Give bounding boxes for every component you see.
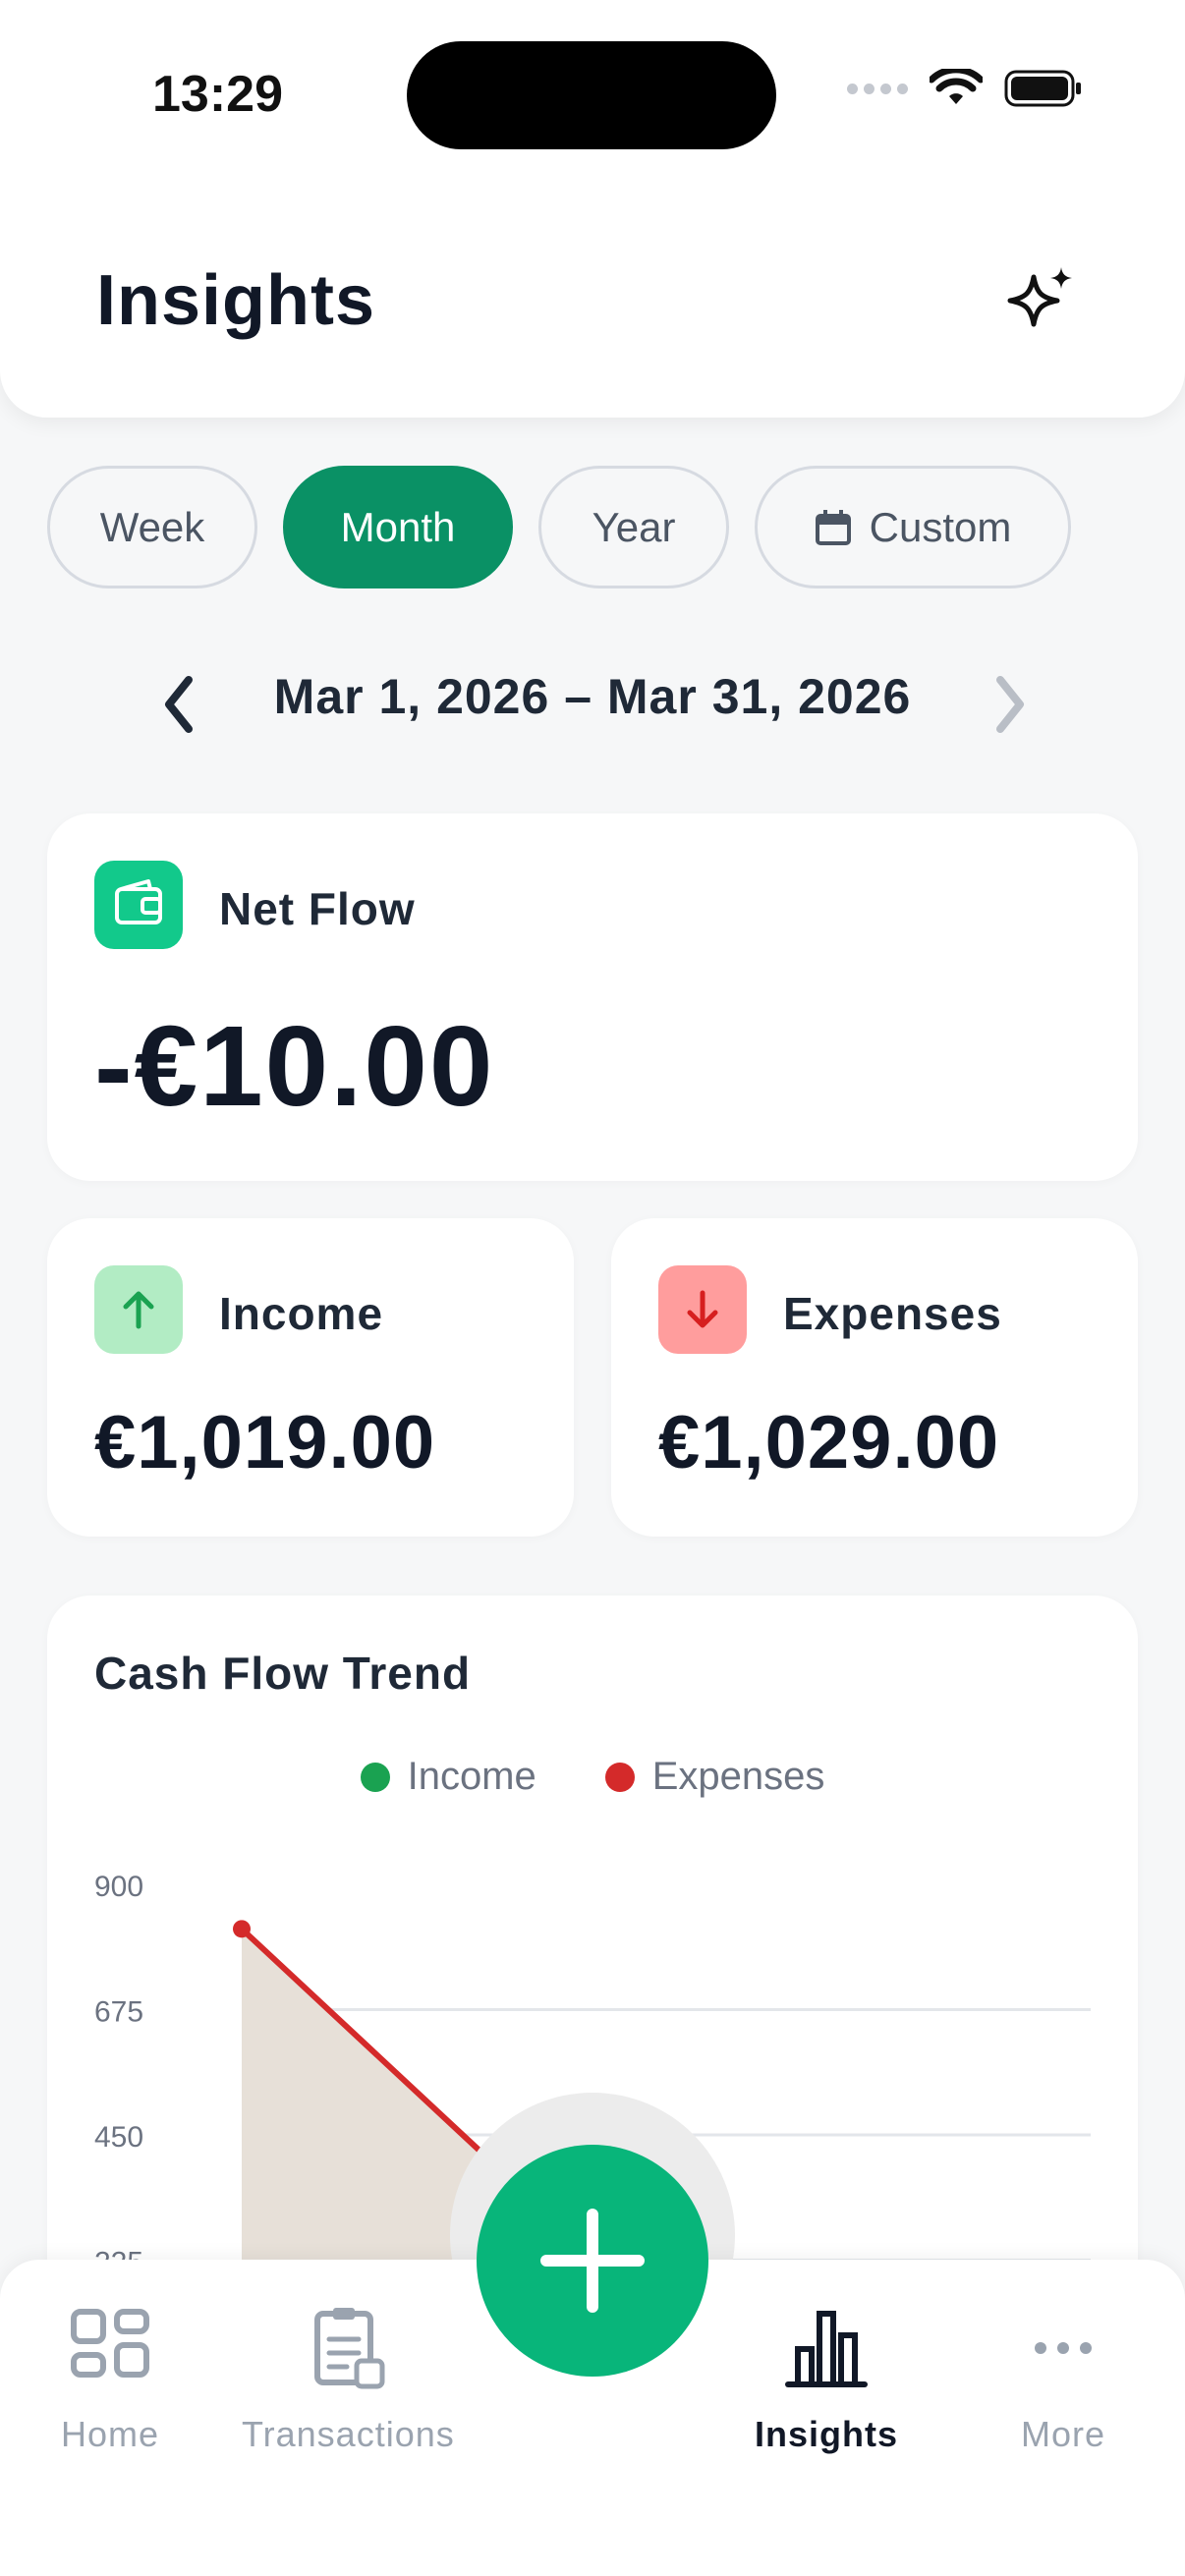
filter-custom-label: Custom — [869, 503, 1012, 550]
filter-month[interactable]: Month — [283, 466, 513, 588]
home-grid-icon — [71, 2309, 150, 2378]
bar-chart-icon — [785, 2311, 868, 2387]
legend-expenses-dot — [604, 1762, 635, 1792]
legend-income-label: Income — [407, 1755, 536, 1798]
expenses-card[interactable]: Expenses €1,029.00 — [611, 1218, 1138, 1537]
filter-year-label: Year — [592, 503, 676, 550]
wifi-icon — [930, 69, 983, 104]
legend-income[interactable]: Income — [360, 1755, 536, 1799]
y-tick-label: 675 — [94, 1996, 143, 2029]
status-bar: 13:29 — [0, 0, 1185, 167]
status-time: 13:29 — [152, 66, 283, 123]
arrow-down-icon — [658, 1265, 747, 1354]
date-navigator: Mar 1, 2026 – Mar 31, 2026 — [0, 648, 1185, 747]
add-transaction-button[interactable] — [477, 2145, 708, 2377]
more-dots-icon — [1035, 2342, 1092, 2354]
expenses-label: Expenses — [783, 1288, 1002, 1339]
page-title: Insights — [96, 261, 376, 340]
filter-week-label: Week — [99, 503, 205, 550]
tab-home-label: Home — [61, 2414, 160, 2454]
y-tick-label: 900 — [94, 1871, 143, 1903]
period-filter: Week Month Year Custom — [47, 466, 1071, 588]
wallet-icon — [94, 861, 183, 949]
chart-legend: Income Expenses — [47, 1755, 1138, 1799]
calendar-icon — [815, 509, 851, 545]
net-flow-label: Net Flow — [219, 883, 416, 934]
tab-insights[interactable]: Insights — [755, 2304, 898, 2455]
cellular-signal-icon — [847, 83, 908, 94]
battery-icon — [1004, 70, 1081, 107]
receipt-icon — [314, 2308, 385, 2389]
trend-title: Cash Flow Trend — [94, 1648, 472, 1699]
status-indicators — [847, 69, 1083, 108]
legend-expenses-label: Expenses — [651, 1755, 825, 1798]
net-flow-card[interactable]: Net Flow -€10.00 — [47, 813, 1138, 1181]
legend-income-dot — [360, 1762, 390, 1792]
plus-icon — [540, 2209, 645, 2313]
income-value: €1,019.00 — [94, 1401, 436, 1484]
header: 13:29 Insights — [0, 0, 1185, 418]
data-point[interactable] — [233, 1920, 251, 1938]
tab-more-label: More — [1020, 2414, 1106, 2454]
income-label: Income — [219, 1288, 384, 1339]
net-flow-value: -€10.00 — [94, 1002, 495, 1130]
filter-week[interactable]: Week — [47, 466, 257, 588]
income-card[interactable]: Income €1,019.00 — [47, 1218, 574, 1537]
sparkles-icon[interactable] — [1002, 263, 1081, 342]
filter-custom[interactable]: Custom — [755, 466, 1071, 588]
filter-year[interactable]: Year — [538, 466, 729, 588]
dynamic-island — [407, 41, 776, 149]
arrow-up-icon — [94, 1265, 183, 1354]
legend-expenses[interactable]: Expenses — [604, 1755, 825, 1799]
filter-month-label: Month — [340, 503, 456, 550]
tab-transactions-label: Transactions — [242, 2414, 455, 2454]
chevron-right-icon[interactable] — [973, 660, 1042, 749]
y-tick-label: 450 — [94, 2121, 143, 2154]
tab-insights-label: Insights — [755, 2414, 899, 2454]
expenses-value: €1,029.00 — [658, 1401, 1000, 1484]
tab-home[interactable]: Home — [61, 2304, 159, 2455]
tab-transactions[interactable]: Transactions — [242, 2304, 455, 2455]
tab-more[interactable]: More — [1019, 2304, 1107, 2455]
